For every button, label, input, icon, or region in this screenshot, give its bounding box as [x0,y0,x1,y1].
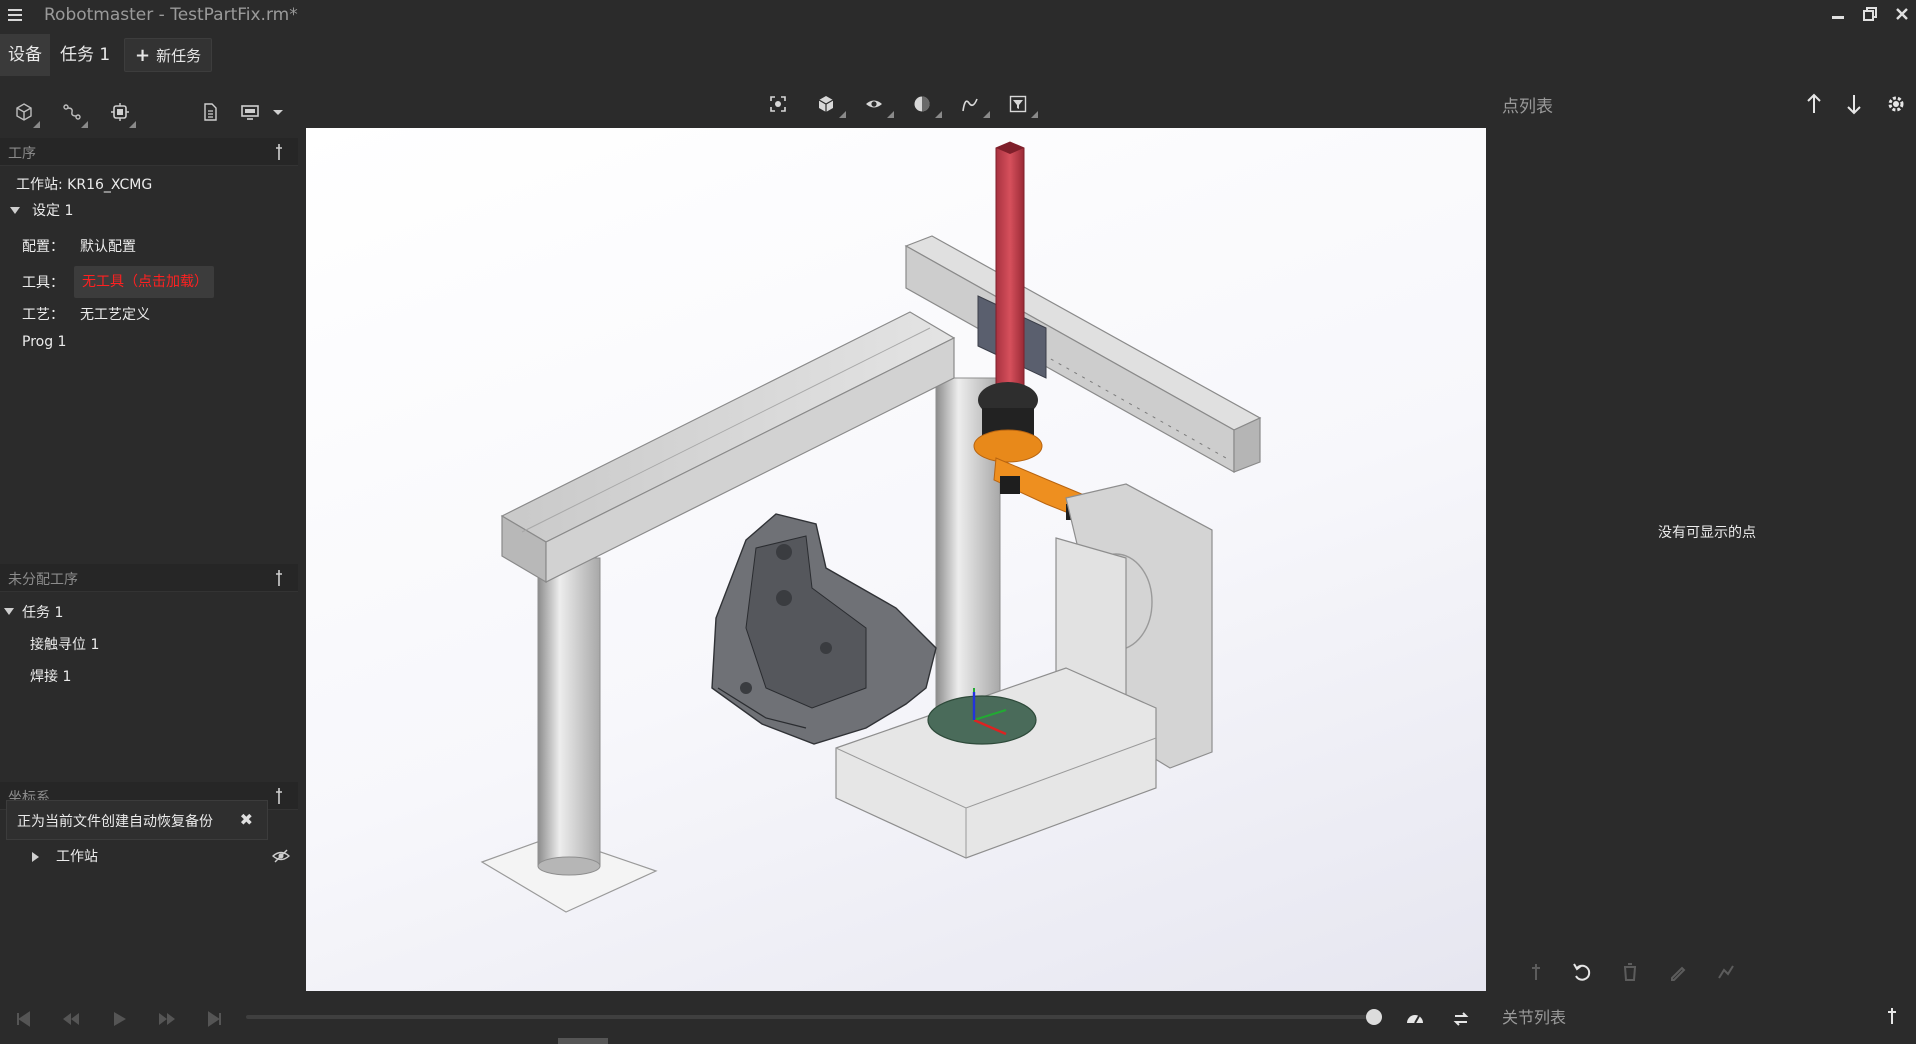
workstation-node[interactable]: 工作站 [56,846,98,866]
curve-icon[interactable] [952,88,990,120]
step-forward-icon[interactable] [156,1008,178,1030]
empty-points-message: 没有可显示的点 [1658,525,1756,541]
left-panel: 工序 工作站: KR16_XCMG 设定 1 配置： 默认配置 工具： 无工具（… [0,90,300,990]
eye-icon[interactable] [856,88,894,120]
pin-icon[interactable] [274,786,284,806]
loop-icon[interactable] [1450,1008,1472,1030]
3d-viewport[interactable] [306,128,1486,991]
tool-load-button[interactable]: 无工具（点击加载） [74,266,214,298]
autosave-toast: 正为当前文件创建自动恢复备份 ✖ [6,800,268,840]
config-label: 配置： [22,239,64,255]
app-window: Robotmaster - TestPartFix.rm* 设备 任务 1 + 新… [0,0,1916,1044]
expand-setup-icon[interactable] [10,207,20,214]
expand-workstation-icon[interactable] [32,852,39,862]
pin-icon[interactable] [1886,1004,1898,1028]
process-value[interactable]: 无工艺定义 [80,304,150,324]
plus-icon: + [135,45,151,66]
playback-bar [0,994,1490,1044]
status-strip [558,1038,608,1044]
timeline-handle[interactable] [1366,1009,1382,1025]
tab-task-1[interactable]: 任务 1 [52,34,118,76]
display-icon[interactable] [232,94,268,130]
tab-equipment[interactable]: 设备 [0,34,50,76]
toast-message: 正为当前文件创建自动恢复备份 [17,814,213,830]
settings-icon[interactable] [1880,88,1912,120]
list-item-weld[interactable]: 焊接 1 [30,666,71,686]
delete-icon[interactable] [1614,956,1646,988]
pin-icon[interactable] [274,568,284,588]
document-icon[interactable] [192,94,228,130]
tab-bar: 设备 任务 1 + 新任务 [0,34,1916,76]
pin-icon[interactable] [1520,956,1552,988]
expand-task-icon[interactable] [4,608,14,615]
process-section-title: 工序 [8,146,36,162]
edit-icon[interactable] [1662,956,1694,988]
robot-cell-scene [480,141,1262,913]
step-back-icon[interactable] [60,1008,82,1030]
undo-icon[interactable] [1566,956,1598,988]
menu-icon[interactable] [6,6,24,24]
restore-icon[interactable] [1858,4,1882,28]
speed-icon[interactable] [1404,1008,1426,1030]
new-task-button[interactable]: + 新任务 [124,38,213,72]
close-icon[interactable]: ✖ [240,810,253,829]
cell-icon[interactable] [6,94,42,130]
cube-view-icon[interactable] [808,88,846,120]
robot-icon[interactable] [102,94,138,130]
process-section-header: 工序 [0,138,298,166]
eye-hidden-icon[interactable] [271,848,291,863]
path-icon[interactable] [54,94,90,130]
unassigned-section-header: 未分配工序 [0,564,298,592]
task-item[interactable]: 任务 1 [22,602,63,622]
window-title: Robotmaster - TestPartFix.rm* [44,5,298,25]
pin-icon[interactable] [274,142,284,162]
filter-icon[interactable] [1000,88,1038,120]
workstation-label[interactable]: 工作站: KR16_XCMG [16,174,152,194]
skip-end-icon[interactable] [204,1008,226,1030]
unassigned-section-title: 未分配工序 [8,572,78,588]
point-list-title: 点列表 [1502,97,1553,117]
shading-icon[interactable] [904,88,942,120]
viewport-toolbar [760,88,1040,120]
fit-view-icon[interactable] [760,88,796,120]
config-value[interactable]: 默认配置 [80,236,136,256]
setup-label[interactable]: 设定 1 [32,200,73,220]
joint-list-title: 关节列表 [1502,1008,1567,1027]
dropdown-icon[interactable] [268,94,292,130]
close-icon[interactable] [1890,4,1914,28]
skip-start-icon[interactable] [12,1008,34,1030]
new-task-label: 新任务 [156,47,202,65]
title-bar: Robotmaster - TestPartFix.rm* [0,0,1916,32]
program-item[interactable]: Prog 1 [22,334,66,350]
play-icon[interactable] [108,1008,130,1030]
minimize-icon[interactable] [1826,4,1850,28]
timeline-slider[interactable] [246,1015,1374,1019]
list-item-touch-sense[interactable]: 接触寻位 1 [30,634,99,654]
graph-icon[interactable] [1710,956,1742,988]
process-label: 工艺： [22,307,64,323]
right-panel: 点列表 没有可显示的点 关节列表 [1490,88,1916,1044]
tool-label: 工具： [22,275,64,291]
arrow-down-icon[interactable] [1838,88,1870,120]
arrow-up-icon[interactable] [1798,88,1830,120]
